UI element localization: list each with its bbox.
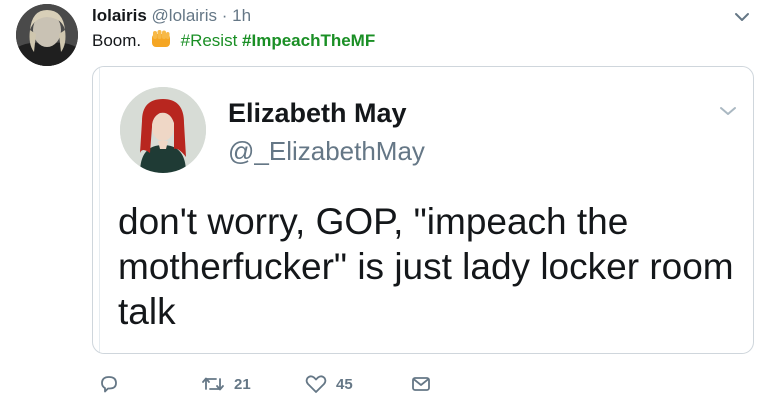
quoted-chevron-down-icon — [716, 99, 740, 123]
heart-icon — [304, 373, 328, 395]
hashtag-link[interactable]: #ImpeachTheMF — [242, 31, 375, 50]
retweet-count: 21 — [234, 375, 251, 393]
header-separator: · — [221, 6, 228, 25]
author-name[interactable]: lolairis — [92, 6, 147, 25]
quoted-author-handle: @_ElizabethMay — [228, 136, 425, 166]
author-handle[interactable]: @lolairis — [152, 6, 217, 25]
author-avatar[interactable] — [16, 4, 78, 66]
tweet-text-lead: Boom. — [92, 31, 142, 50]
retweet-icon — [200, 373, 226, 395]
direct-message-button[interactable] — [410, 370, 432, 398]
reply-button[interactable] — [98, 370, 128, 398]
message-icon — [410, 373, 432, 395]
tweet-header: lolairis @lolairis · 1h — [92, 5, 251, 27]
tweet-menu-chevron-down-icon[interactable] — [732, 7, 752, 27]
quoted-tweet-screenshot: Elizabeth May @_ElizabethMay don't worry… — [99, 67, 749, 353]
hashtag-link[interactable]: #Resist — [181, 31, 238, 50]
like-count: 45 — [336, 375, 353, 393]
tweet-actions: 21 45 — [92, 370, 752, 398]
tweet-timestamp[interactable]: 1h — [232, 6, 251, 25]
reply-icon — [98, 373, 120, 395]
quoted-author-avatar — [120, 87, 206, 173]
quoted-tweet-text: don't worry, GOP, "impeach the motherfuc… — [118, 201, 734, 332]
quoted-tweet-card[interactable]: Elizabeth May @_ElizabethMay don't worry… — [92, 66, 754, 354]
retweet-button[interactable]: 21 — [200, 370, 251, 398]
tweet-text: Boom. #Resist #ImpeachTheMF — [92, 29, 375, 55]
quoted-author-name: Elizabeth May — [228, 98, 407, 128]
fist-bump-emoji — [150, 29, 172, 55]
like-button[interactable]: 45 — [304, 370, 353, 398]
